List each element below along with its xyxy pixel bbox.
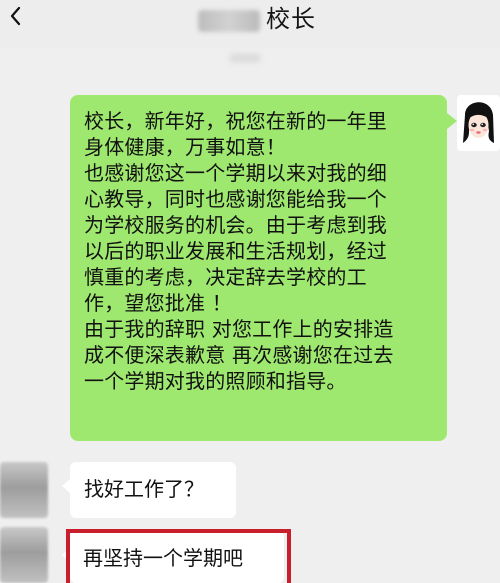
blurred-header-area — [230, 54, 260, 62]
contact-avatar[interactable] — [0, 462, 48, 518]
message-line: 一个学期对我的照顾和指导。 — [84, 369, 347, 393]
message-line: 以后的职业发展和生活规划，经过 — [84, 239, 387, 263]
highlight-frame — [66, 529, 291, 583]
message-line: 作，望您批准 ！ — [84, 291, 232, 315]
received-message-text: 找好工作了？ — [84, 477, 204, 501]
back-arrow-icon[interactable] — [6, 6, 26, 26]
message-line: 身体健康，万事如意！ — [84, 135, 286, 159]
chat-title: 校长 — [266, 5, 316, 33]
girl-avatar-icon — [457, 95, 500, 151]
message-line: 成不便深表歉意 再次感谢您在过去 — [84, 343, 394, 367]
sent-message-bubble[interactable]: 校长，新年好，祝您在新的一年里 身体健康，万事如意！ 也感谢您这一个学期以来对我… — [70, 95, 457, 441]
message-line: 也感谢您这一个学期以来对我的细 — [84, 161, 387, 185]
message-line: 心教导，同时也感谢您能给我一个 — [84, 187, 387, 211]
blurred-contact-name — [198, 10, 260, 32]
sent-message-text: 校长，新年好，祝您在新的一年里 身体健康，万事如意！ 也感谢您这一个学期以来对我… — [84, 108, 439, 394]
user-avatar[interactable] — [457, 95, 500, 151]
message-line: 由于我的辞职 对您工作上的安排造 — [84, 317, 394, 341]
chat-header: 校长 — [0, 0, 500, 48]
message-line: 为学校服务的机会。由于考虑到我 — [84, 213, 387, 237]
message-line: 校长，新年好，祝您在新的一年里 — [84, 109, 387, 133]
contact-avatar[interactable] — [0, 527, 48, 583]
received-message-bubble[interactable]: 找好工作了？ — [62, 462, 236, 518]
message-line: 慎重的考虑，决定辞去学校的工 — [84, 265, 367, 289]
